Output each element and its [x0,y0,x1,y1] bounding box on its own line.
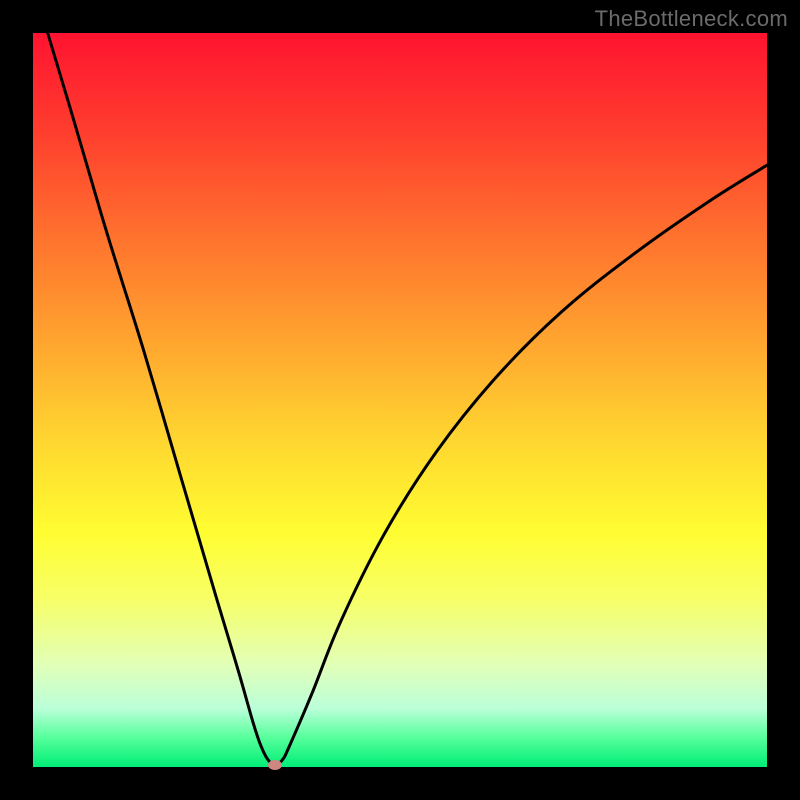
optimal-point-marker [268,760,282,770]
plot-area [33,33,767,767]
watermark-text: TheBottleneck.com [595,6,788,32]
chart-container: TheBottleneck.com [0,0,800,800]
bottleneck-curve [48,33,767,765]
curve-svg [33,33,767,767]
